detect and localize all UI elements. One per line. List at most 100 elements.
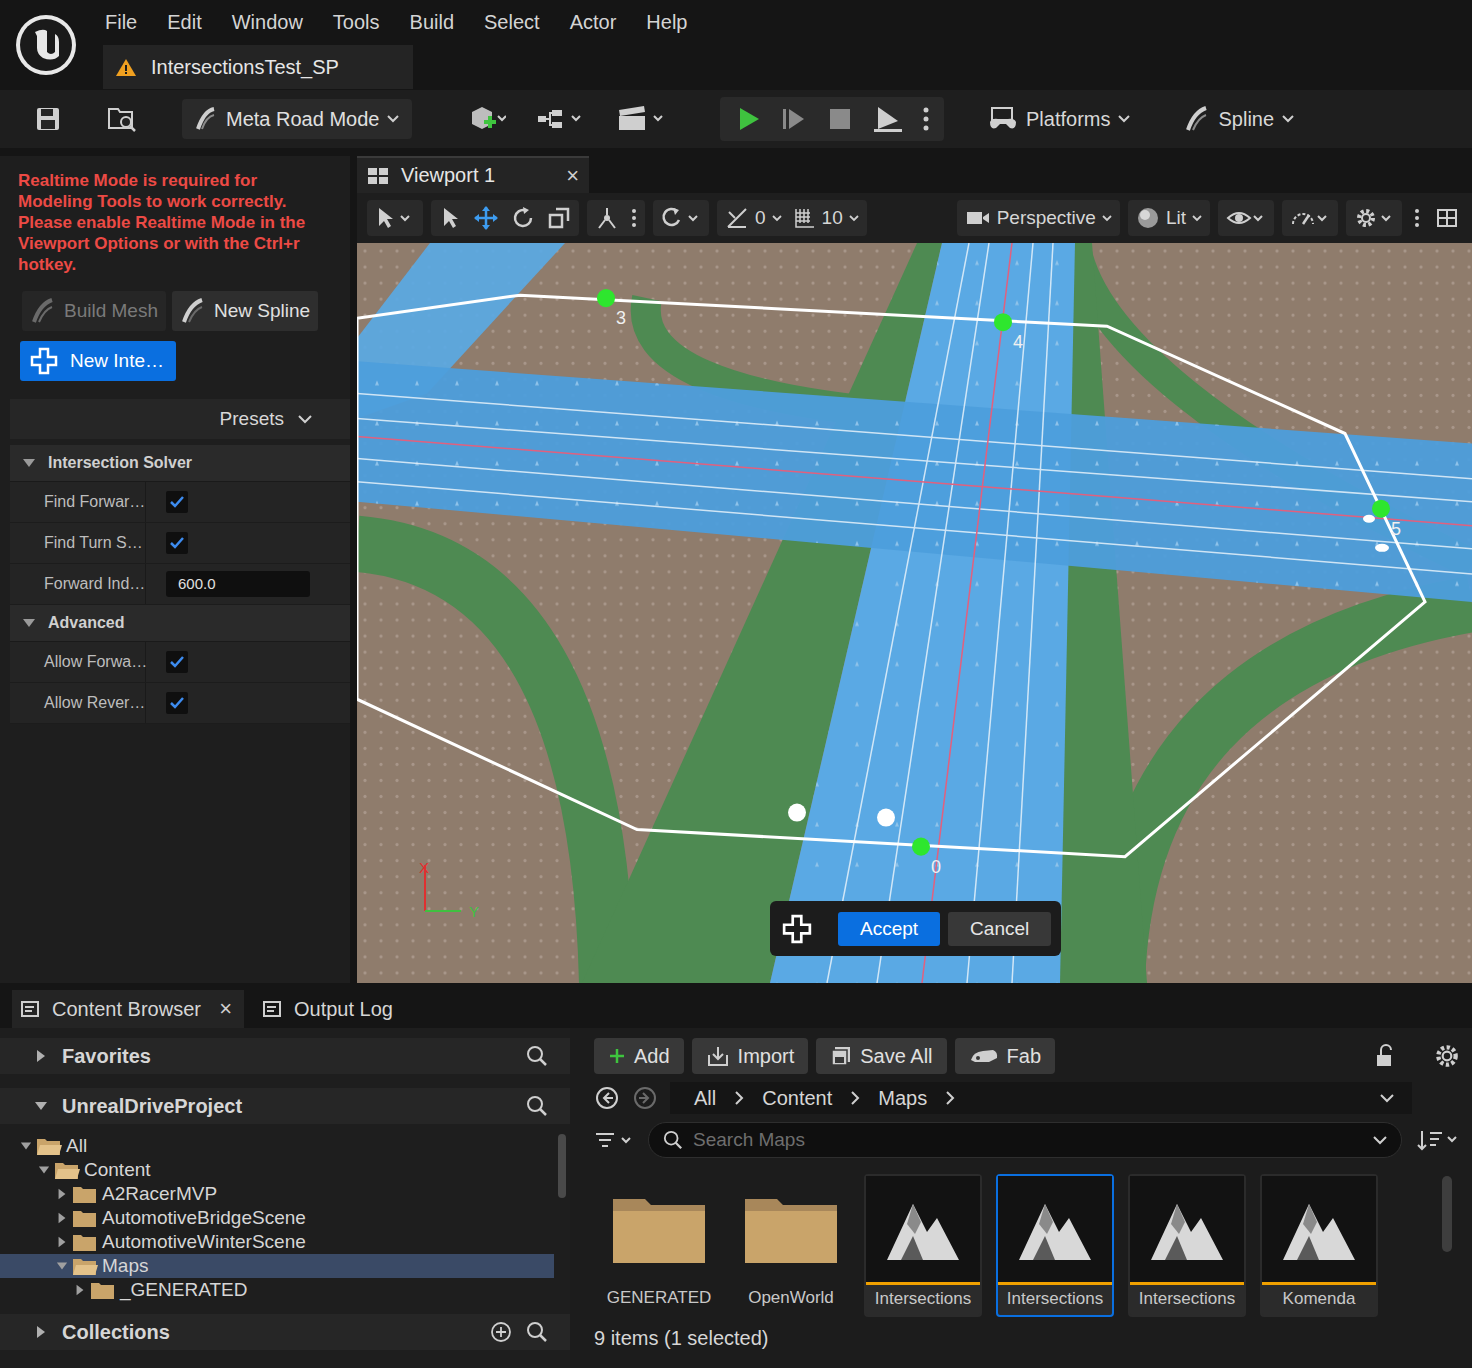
menu-item[interactable]: Actor bbox=[570, 11, 617, 34]
asset-tile[interactable]: GENERATED bbox=[600, 1174, 718, 1317]
show-flags-icon[interactable] bbox=[1222, 206, 1270, 230]
checkbox[interactable] bbox=[166, 532, 188, 554]
source-header[interactable]: Favorites bbox=[0, 1038, 570, 1074]
world-space-icon[interactable] bbox=[591, 206, 623, 230]
select-mode-icon[interactable] bbox=[371, 206, 419, 230]
eject-icon[interactable] bbox=[866, 101, 910, 137]
breadcrumb[interactable]: All bbox=[694, 1087, 716, 1110]
intersection-point[interactable]: 0 bbox=[912, 838, 941, 877]
menu-item[interactable]: Window bbox=[232, 11, 303, 34]
unreal-logo-icon[interactable] bbox=[0, 0, 95, 90]
close-button[interactable]: × bbox=[566, 163, 579, 189]
road-network[interactable]: 3 4 5 0 bbox=[357, 243, 1472, 983]
lighting-dropdown[interactable]: Lit bbox=[1132, 206, 1206, 230]
tree-item[interactable]: Content bbox=[0, 1158, 554, 1182]
viewport-tab[interactable]: Viewport 1 × bbox=[357, 156, 589, 193]
menu-item[interactable]: Tools bbox=[333, 11, 380, 34]
settings-icon[interactable] bbox=[1434, 1043, 1460, 1069]
presets-dropdown[interactable]: Presets bbox=[10, 399, 350, 439]
menu-item[interactable]: Select bbox=[484, 11, 540, 34]
step-icon[interactable] bbox=[774, 101, 814, 137]
grid-snap[interactable]: 10 bbox=[790, 207, 863, 229]
more-icon[interactable] bbox=[627, 206, 641, 230]
blueprint-icon[interactable] bbox=[530, 100, 592, 138]
asset-tile[interactable]: Intersections bbox=[1128, 1174, 1246, 1317]
search-icon[interactable] bbox=[526, 1095, 548, 1117]
save-icon[interactable] bbox=[28, 101, 68, 137]
filter-icon[interactable] bbox=[594, 1130, 634, 1150]
action-button[interactable]: Cancel bbox=[948, 912, 1051, 946]
platforms-dropdown[interactable]: Platforms bbox=[978, 99, 1140, 139]
select-arrow-icon[interactable] bbox=[435, 206, 465, 230]
panel-tab[interactable]: Content Browser × bbox=[12, 990, 244, 1028]
chevron-down-icon[interactable] bbox=[1380, 1094, 1394, 1103]
cinematics-icon[interactable] bbox=[610, 100, 672, 138]
tree-item[interactable]: AutomotiveBridgeScene bbox=[0, 1206, 554, 1230]
stop-icon[interactable] bbox=[820, 101, 860, 137]
asset-action-button[interactable]: Fab bbox=[955, 1038, 1055, 1074]
menu-item[interactable]: Edit bbox=[167, 11, 201, 34]
section-header[interactable]: Advanced bbox=[10, 605, 350, 642]
tree-item[interactable]: A2RacerMVP bbox=[0, 1182, 554, 1206]
asset-action-button[interactable]: Import bbox=[692, 1038, 809, 1074]
sort-icon[interactable] bbox=[1416, 1129, 1462, 1151]
asset-tile[interactable]: Komenda bbox=[1260, 1174, 1378, 1317]
menu-item[interactable]: File bbox=[105, 11, 137, 34]
play-icon[interactable] bbox=[728, 101, 768, 137]
more-icon[interactable] bbox=[916, 101, 936, 137]
performance-icon[interactable] bbox=[1286, 206, 1334, 230]
action-button[interactable]: Accept bbox=[838, 912, 940, 946]
checkbox[interactable] bbox=[166, 491, 188, 513]
tool-button[interactable]: New Spline bbox=[172, 291, 318, 331]
lock-icon[interactable] bbox=[1374, 1044, 1396, 1068]
intersection-point[interactable]: 4 bbox=[994, 313, 1023, 352]
search-icon[interactable] bbox=[526, 1321, 548, 1343]
collections-header[interactable]: Collections bbox=[0, 1314, 570, 1350]
intersection-point[interactable]: 5 bbox=[1372, 500, 1401, 539]
surface-snap-icon[interactable] bbox=[657, 206, 705, 230]
settings-icon[interactable] bbox=[1350, 206, 1398, 230]
forward-icon[interactable] bbox=[632, 1085, 658, 1111]
level-tab[interactable]: IntersectionsTest_SP bbox=[103, 45, 413, 89]
asset-action-button[interactable]: Add bbox=[594, 1038, 684, 1074]
tree-item[interactable]: Maps bbox=[0, 1254, 554, 1278]
asset-tile[interactable]: OpenWorld bbox=[732, 1174, 850, 1317]
tool-button[interactable]: Build Mesh bbox=[22, 291, 166, 331]
tree-item[interactable]: All bbox=[0, 1134, 554, 1158]
spline-dropdown[interactable]: Spline bbox=[1174, 99, 1304, 139]
intersection-boundary[interactable] bbox=[357, 295, 1425, 857]
checkbox[interactable] bbox=[166, 651, 188, 673]
viewport-scene[interactable]: 3450 XY AcceptCancel bbox=[357, 243, 1472, 983]
breadcrumb[interactable]: Maps bbox=[878, 1087, 927, 1110]
rotation-snap[interactable]: 0 bbox=[721, 206, 786, 230]
scale-icon[interactable] bbox=[543, 206, 575, 230]
panel-tab[interactable]: Output Log bbox=[254, 990, 405, 1028]
move-icon[interactable] bbox=[469, 205, 503, 231]
number-field[interactable]: 600.0 bbox=[166, 571, 310, 597]
new-intersection-button[interactable]: New Inte… bbox=[20, 341, 176, 381]
section-header[interactable]: Intersection Solver bbox=[10, 445, 350, 482]
layout-icon[interactable] bbox=[1432, 208, 1462, 228]
add-collection-icon[interactable] bbox=[490, 1321, 512, 1343]
intersection-point[interactable]: 3 bbox=[597, 289, 626, 328]
search-icon[interactable] bbox=[526, 1045, 548, 1067]
search-field[interactable]: Search Maps bbox=[648, 1122, 1402, 1158]
asset-action-button[interactable]: Save All bbox=[816, 1038, 946, 1074]
menu-item[interactable]: Build bbox=[410, 11, 454, 34]
rotate-icon[interactable] bbox=[507, 206, 539, 230]
tree-item[interactable]: AutomotiveWinterScene bbox=[0, 1230, 554, 1254]
mode-dropdown[interactable]: Meta Road Mode bbox=[182, 99, 412, 139]
source-header[interactable]: UnrealDriveProject bbox=[0, 1088, 570, 1124]
asset-tile[interactable]: Intersections bbox=[996, 1174, 1114, 1317]
tree-item[interactable]: _GENERATED bbox=[0, 1278, 554, 1302]
checkbox[interactable] bbox=[166, 692, 188, 714]
close-button[interactable]: × bbox=[219, 996, 232, 1022]
add-actor-icon[interactable] bbox=[460, 100, 512, 138]
asset-tile[interactable]: Intersections bbox=[864, 1174, 982, 1317]
back-icon[interactable] bbox=[594, 1085, 620, 1111]
menu-item[interactable]: Help bbox=[646, 11, 687, 34]
browse-icon[interactable] bbox=[100, 100, 144, 138]
more-icon[interactable] bbox=[1410, 206, 1424, 230]
view-mode-dropdown[interactable]: Perspective bbox=[961, 207, 1116, 229]
breadcrumb[interactable]: Content bbox=[762, 1087, 832, 1110]
